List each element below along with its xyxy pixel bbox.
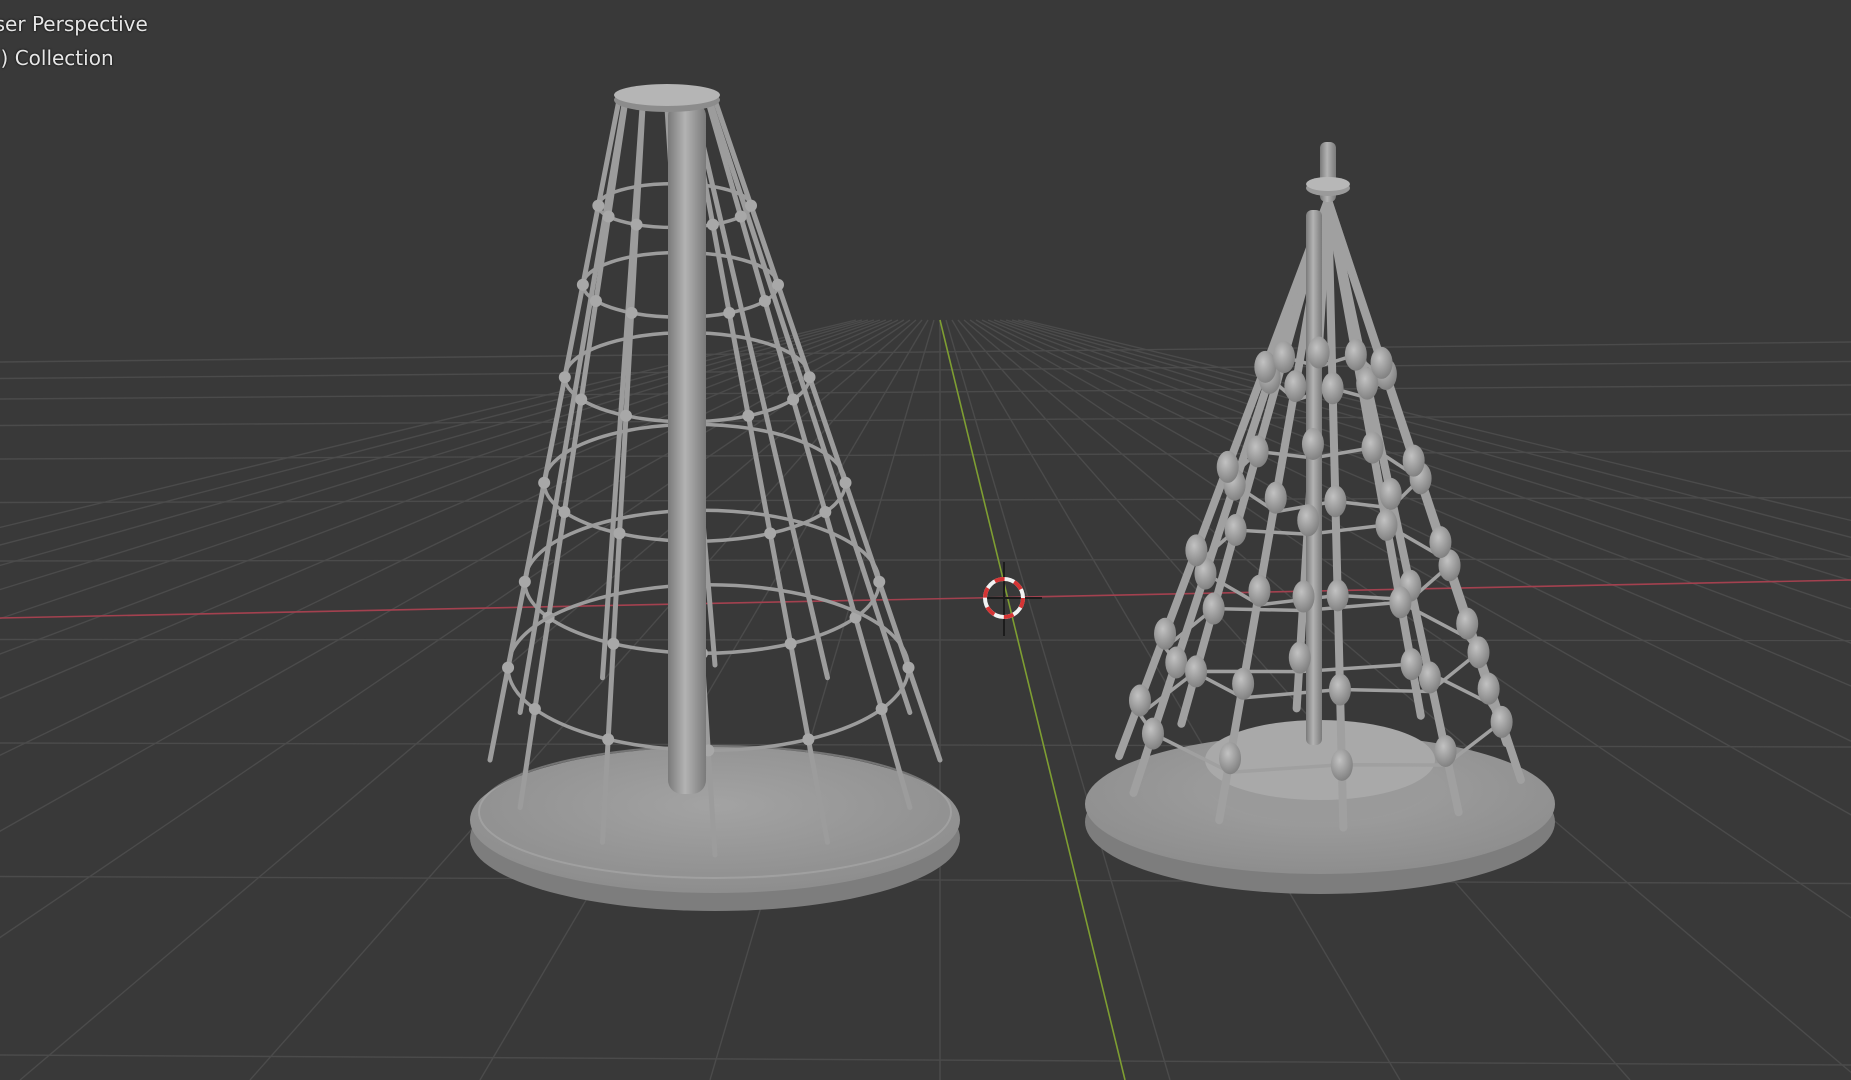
floor-grid bbox=[0, 319, 1851, 1080]
cone-cage-left[interactable] bbox=[470, 84, 960, 911]
viewport-canvas[interactable] bbox=[0, 0, 1851, 1080]
collection-label: (1) Collection bbox=[0, 46, 114, 70]
x-axis-line bbox=[0, 579, 1851, 619]
cone-cage-right[interactable] bbox=[1085, 142, 1555, 894]
3d-viewport[interactable]: User Perspective (1) Collection bbox=[0, 0, 1851, 1080]
view-mode-label: User Perspective bbox=[0, 12, 148, 36]
y-axis-line bbox=[939, 319, 1126, 1080]
